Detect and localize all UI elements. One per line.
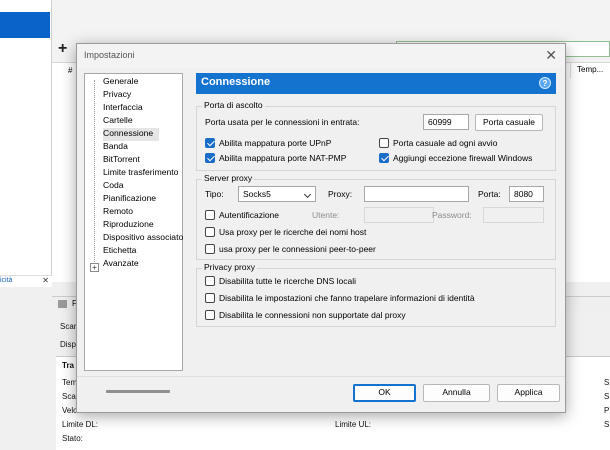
apply-button[interactable]: Applica (497, 384, 560, 402)
add-torrent-icon[interactable]: + (58, 40, 67, 58)
proxy-type-select[interactable]: Socks5 (238, 186, 316, 202)
firewall-exception-checkbox[interactable] (379, 153, 389, 163)
cancel-button[interactable]: Annulla (423, 384, 490, 402)
proxy-privacy-group-title: Privacy proxy (202, 262, 258, 272)
background-sidebar-selected[interactable] (0, 12, 50, 38)
upnp-checkbox[interactable] (205, 138, 215, 148)
disable-identity-leak-label: Disabilita le impostazioni che fanno tra… (219, 293, 475, 303)
disable-unsupported-label: Disabilita le connessioni non supportate… (219, 310, 406, 320)
proxy-dns-checkbox[interactable] (205, 227, 215, 237)
dialog-footer-divider (77, 376, 565, 377)
proxy-p2p-label: usa proxy per le connessioni peer-to-pee… (219, 244, 376, 254)
tree-item-interfaccia[interactable]: Interfaccia (103, 102, 183, 115)
background-sidebar (0, 0, 52, 285)
proxy-password-input[interactable] (483, 207, 544, 223)
section-header: Connessione ? (196, 73, 556, 94)
background-label: S (604, 378, 610, 387)
upnp-label: Abilita mappatura porte UPnP (219, 138, 332, 148)
background-label: Disp (60, 340, 77, 349)
background-label: Stato: (62, 434, 83, 443)
proxy-host-label: Proxy: (328, 189, 353, 199)
ok-button[interactable]: OK (353, 384, 416, 402)
proxy-user-input[interactable] (364, 207, 434, 223)
background-label: Limite UL: (335, 420, 372, 429)
random-port-start-label: Porta casuale ad ogni avvio (393, 138, 498, 148)
disable-unsupported-checkbox[interactable] (205, 310, 215, 320)
background-sidebar-footer: icità ✕ (0, 275, 52, 287)
incoming-port-input[interactable]: 60999 (423, 114, 469, 130)
tree-item-remoto[interactable]: Remoto (103, 206, 183, 219)
settings-category-tree: Generale Privacy Interfaccia Cartelle Co… (84, 73, 183, 393)
proxy-p2p-checkbox[interactable] (205, 244, 215, 254)
expand-icon[interactable]: + (90, 263, 99, 272)
background-sidebar-footer-label: icità (0, 277, 13, 284)
listening-port-group-title: Porta di ascolto (202, 100, 265, 110)
tree-item-coda[interactable]: Coda (103, 180, 183, 193)
disable-dns-checkbox[interactable] (205, 276, 215, 286)
tree-connector-line (94, 80, 95, 262)
incoming-port-label: Porta usata per le connessioni in entrat… (205, 117, 360, 127)
close-icon[interactable]: ✕ (42, 276, 49, 285)
tree-horizontal-scrollbar[interactable] (106, 390, 170, 393)
proxy-user-label: Utente: (312, 210, 340, 220)
proxy-type-value: Socks5 (243, 189, 271, 199)
help-icon[interactable]: ? (539, 77, 551, 89)
background-column-header[interactable]: Temp... (570, 62, 610, 78)
tree-item-etichetta[interactable]: Etichetta (103, 245, 183, 258)
firewall-exception-label: Aggiungi eccezione firewall Windows (393, 153, 533, 163)
background-label: S (604, 392, 610, 401)
tree-item-privacy[interactable]: Privacy (103, 89, 183, 102)
chevron-down-icon (303, 190, 312, 199)
proxy-port-input[interactable]: 8080 (509, 186, 544, 202)
proxy-dns-label: Usa proxy per le ricerche dei nomi host (219, 227, 367, 237)
tree-item-avanzate[interactable]: Avanzate (103, 258, 183, 271)
tree-item-cartelle[interactable]: Cartelle (103, 115, 183, 128)
tree-item-bittorrent[interactable]: BitTorrent (103, 154, 183, 167)
dialog-titlebar[interactable]: Impostazioni ✕ (77, 44, 565, 68)
random-port-start-checkbox[interactable] (379, 138, 389, 148)
tree-item-connessione[interactable]: Connessione (103, 128, 159, 141)
natpmp-checkbox[interactable] (205, 153, 215, 163)
proxy-host-input[interactable] (364, 186, 469, 202)
background-label: Limite DL: (62, 420, 99, 429)
tree-item-dispositivo-associato[interactable]: Dispositivo associato (103, 232, 183, 245)
natpmp-label: Abilita mappatura porte NAT-PMP (219, 153, 347, 163)
proxy-port-label: Porta: (478, 189, 501, 199)
tree-item-generale[interactable]: Generale (103, 76, 183, 89)
background-label: Tem (62, 378, 78, 387)
section-title: Connessione (201, 76, 271, 88)
random-port-button[interactable]: Porta casuale (475, 114, 543, 131)
background-label: P (604, 406, 610, 415)
background-label: Scar (60, 322, 77, 331)
tree-item-banda[interactable]: Banda (103, 141, 183, 154)
background-label: Sca (62, 392, 76, 401)
proxy-auth-checkbox[interactable] (205, 210, 215, 220)
tree-item-limite-trasferimento[interactable]: Limite trasferimento (103, 167, 183, 180)
background-label: S (604, 420, 610, 429)
tree-item-pianificazione[interactable]: Pianificazione (103, 193, 183, 206)
dialog-title: Impostazioni (84, 50, 135, 60)
disable-dns-label: Disabilita tutte le ricerche DNS locali (219, 276, 356, 286)
tree-item-riproduzione[interactable]: Riproduzione (103, 219, 183, 232)
proxy-type-label: Tipo: (205, 189, 224, 199)
proxy-server-group-title: Server proxy (202, 173, 255, 183)
proxy-password-label: Password: (432, 210, 472, 220)
close-icon[interactable]: ✕ (545, 47, 557, 64)
disable-identity-leak-checkbox[interactable] (205, 293, 215, 303)
proxy-auth-label: Autentificazione (219, 210, 280, 220)
background-label: Tra (62, 361, 75, 370)
background-list-hash-header: # (68, 66, 73, 75)
settings-dialog: Impostazioni ✕ Generale Privacy Interfac… (76, 43, 566, 413)
folder-icon (58, 300, 67, 308)
